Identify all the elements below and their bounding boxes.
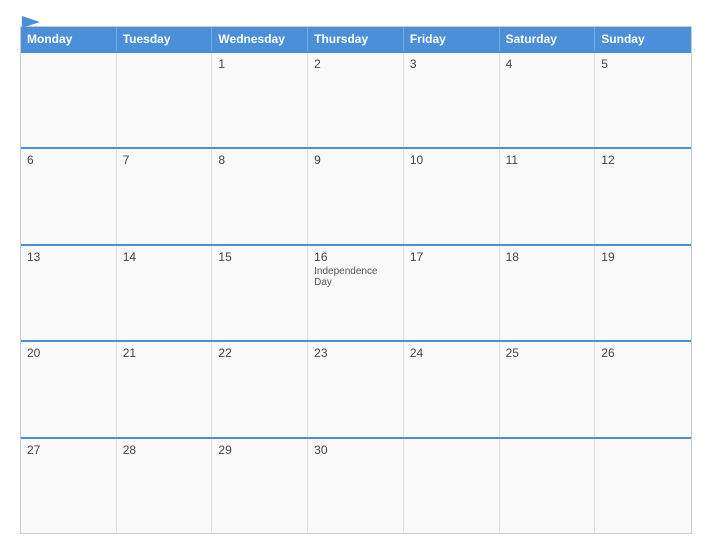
cal-cell-w2-d3: 16 Independence Day bbox=[308, 246, 404, 340]
cal-cell-w2-d1: 14 bbox=[117, 246, 213, 340]
cal-cell-w0-d4: 3 bbox=[404, 53, 500, 147]
cal-cell-w3-d1: 21 bbox=[117, 342, 213, 436]
cal-cell-w3-d0: 20 bbox=[21, 342, 117, 436]
day-number: 30 bbox=[314, 443, 397, 457]
day-number: 17 bbox=[410, 250, 493, 264]
week-row-5: 27 28 29 30 bbox=[21, 437, 691, 533]
day-number: 6 bbox=[27, 153, 110, 167]
day-number: 20 bbox=[27, 346, 110, 360]
cal-cell-w4-d5 bbox=[500, 439, 596, 533]
cal-cell-w1-d5: 11 bbox=[500, 149, 596, 243]
header-cell-monday: Monday bbox=[21, 27, 117, 51]
cal-cell-w2-d4: 17 bbox=[404, 246, 500, 340]
cal-cell-w0-d2: 1 bbox=[212, 53, 308, 147]
cal-cell-w3-d6: 26 bbox=[595, 342, 691, 436]
cal-cell-w4-d3: 30 bbox=[308, 439, 404, 533]
cal-cell-w3-d4: 24 bbox=[404, 342, 500, 436]
day-number: 29 bbox=[218, 443, 301, 457]
cal-cell-w0-d6: 5 bbox=[595, 53, 691, 147]
week-row-3: 13 14 15 16 Independence Day 17 18 19 bbox=[21, 244, 691, 340]
day-number: 4 bbox=[506, 57, 589, 71]
calendar-body: 12345678910111213141516Independence Day1… bbox=[21, 51, 691, 533]
calendar-header-row: MondayTuesdayWednesdayThursdayFridaySatu… bbox=[21, 27, 691, 51]
day-number: 2 bbox=[314, 57, 397, 71]
day-number: 1 bbox=[218, 57, 301, 71]
cal-cell-w1-d0: 6 bbox=[21, 149, 117, 243]
cal-cell-w4-d6 bbox=[595, 439, 691, 533]
cal-cell-w4-d0: 27 bbox=[21, 439, 117, 533]
day-number: 14 bbox=[123, 250, 206, 264]
cal-cell-w4-d4 bbox=[404, 439, 500, 533]
day-number: 28 bbox=[123, 443, 206, 457]
cal-cell-w3-d2: 22 bbox=[212, 342, 308, 436]
day-number: 11 bbox=[506, 153, 589, 167]
day-number: 3 bbox=[410, 57, 493, 71]
cal-cell-w0-d5: 4 bbox=[500, 53, 596, 147]
cal-cell-w1-d6: 12 bbox=[595, 149, 691, 243]
calendar-page: MondayTuesdayWednesdayThursdayFridaySatu… bbox=[0, 0, 712, 550]
day-number: 12 bbox=[601, 153, 685, 167]
header-cell-tuesday: Tuesday bbox=[117, 27, 213, 51]
day-number: 23 bbox=[314, 346, 397, 360]
day-number: 21 bbox=[123, 346, 206, 360]
day-number: 26 bbox=[601, 346, 685, 360]
day-number: 22 bbox=[218, 346, 301, 360]
logo bbox=[20, 16, 40, 28]
cal-cell-w1-d1: 7 bbox=[117, 149, 213, 243]
day-number: 19 bbox=[601, 250, 685, 264]
day-number: 27 bbox=[27, 443, 110, 457]
cal-cell-w4-d1: 28 bbox=[117, 439, 213, 533]
cal-cell-w0-d3: 2 bbox=[308, 53, 404, 147]
cal-cell-w2-d0: 13 bbox=[21, 246, 117, 340]
calendar-grid: MondayTuesdayWednesdayThursdayFridaySatu… bbox=[20, 26, 692, 534]
day-number: 25 bbox=[506, 346, 589, 360]
day-number: 18 bbox=[506, 250, 589, 264]
week-row-2: 6789 10 11 12 bbox=[21, 147, 691, 243]
cal-cell-w0-d0 bbox=[21, 53, 117, 147]
header-cell-friday: Friday bbox=[404, 27, 500, 51]
event-label: Independence Day bbox=[314, 266, 397, 288]
cal-cell-w1-d3: 9 bbox=[308, 149, 404, 243]
day-number: 24 bbox=[410, 346, 493, 360]
day-number: 15 bbox=[218, 250, 301, 264]
cal-cell-w2-d5: 18 bbox=[500, 246, 596, 340]
cal-cell-w1-d4: 10 bbox=[404, 149, 500, 243]
header-cell-sunday: Sunday bbox=[595, 27, 691, 51]
day-number: 7 bbox=[123, 153, 206, 167]
day-number: 13 bbox=[27, 250, 110, 264]
week-row-4: 20 21 22 23 24 25 26 bbox=[21, 340, 691, 436]
day-number: 5 bbox=[601, 57, 685, 71]
day-number: 10 bbox=[410, 153, 493, 167]
day-number: 16 bbox=[314, 250, 397, 264]
cal-cell-w2-d6: 19 bbox=[595, 246, 691, 340]
cal-cell-w0-d1 bbox=[117, 53, 213, 147]
cal-cell-w3-d5: 25 bbox=[500, 342, 596, 436]
cal-cell-w1-d2: 8 bbox=[212, 149, 308, 243]
cal-cell-w2-d2: 15 bbox=[212, 246, 308, 340]
header-cell-saturday: Saturday bbox=[500, 27, 596, 51]
day-number: 8 bbox=[218, 153, 301, 167]
cal-cell-w3-d3: 23 bbox=[308, 342, 404, 436]
day-number: 9 bbox=[314, 153, 397, 167]
logo-flag-icon bbox=[22, 16, 40, 28]
week-row-1: 12345 bbox=[21, 51, 691, 147]
header-cell-thursday: Thursday bbox=[308, 27, 404, 51]
header-cell-wednesday: Wednesday bbox=[212, 27, 308, 51]
cal-cell-w4-d2: 29 bbox=[212, 439, 308, 533]
